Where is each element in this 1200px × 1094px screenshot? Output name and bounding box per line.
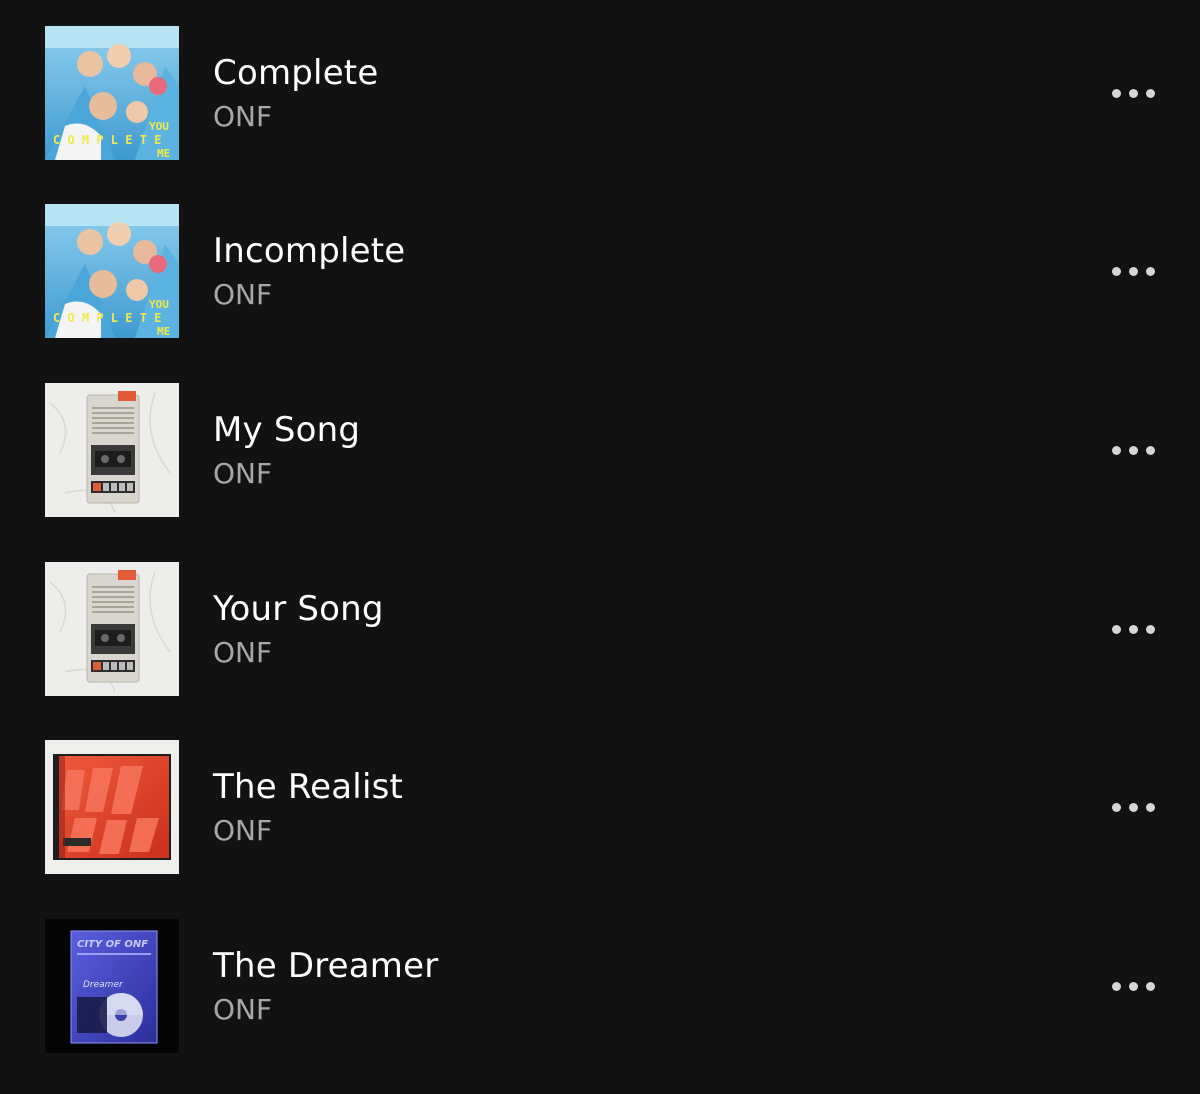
track-text: Complete ONF	[213, 51, 378, 135]
track-title[interactable]: The Dreamer	[213, 944, 438, 988]
track-text: My Song ONF	[213, 408, 360, 492]
more-dot	[1145, 624, 1155, 634]
more-horizontal-icon	[1111, 445, 1121, 455]
more-dot	[1128, 802, 1138, 812]
more-dot	[1145, 445, 1155, 455]
track-text: Your Song ONF	[213, 587, 384, 671]
track-artist[interactable]: ONF	[213, 813, 403, 849]
album-cassette-player-icon	[45, 383, 179, 517]
album-city-of-onf-icon: CITY OF ONF Dreamer	[45, 919, 179, 1053]
album-cover	[45, 383, 179, 517]
track-artist[interactable]: ONF	[213, 99, 378, 135]
more-options-button[interactable]	[1100, 249, 1166, 293]
more-options-button[interactable]	[1100, 607, 1166, 651]
track-row[interactable]: The Realist ONF	[0, 718, 1200, 896]
more-dot	[1145, 802, 1155, 812]
svg-text:C O M P L E T E: C O M P L E T E	[53, 311, 161, 325]
more-dot	[1145, 981, 1155, 991]
svg-text:ME: ME	[157, 325, 170, 338]
svg-text:YOU: YOU	[149, 298, 169, 311]
more-options-button[interactable]	[1100, 71, 1166, 115]
more-dot	[1128, 88, 1138, 98]
track-row[interactable]: C O M P L E T E YOU ME Incomplete ONF	[0, 182, 1200, 360]
more-dot	[1145, 266, 1155, 276]
album-cassette-player-icon	[45, 562, 179, 696]
album-cover: CITY OF ONF Dreamer	[45, 919, 179, 1053]
album-you-complete-me-icon: C O M P L E T E YOU ME	[45, 26, 179, 160]
album-cover: C O M P L E T E YOU ME	[45, 26, 179, 160]
more-horizontal-icon	[1111, 981, 1121, 991]
track-artist[interactable]: ONF	[213, 992, 438, 1028]
svg-text:YOU: YOU	[149, 120, 169, 133]
more-dot	[1128, 624, 1138, 634]
track-text: The Realist ONF	[213, 765, 403, 849]
track-title[interactable]: The Realist	[213, 765, 403, 809]
track-row[interactable]: My Song ONF	[0, 361, 1200, 539]
more-options-button[interactable]	[1100, 964, 1166, 1008]
track-title[interactable]: Your Song	[213, 587, 384, 631]
album-cover	[45, 562, 179, 696]
album-cover: C O M P L E T E YOU ME	[45, 204, 179, 338]
more-dot	[1145, 88, 1155, 98]
svg-text:C O M P L E T E: C O M P L E T E	[53, 133, 161, 147]
svg-text:CITY OF ONF: CITY OF ONF	[77, 939, 148, 950]
track-row[interactable]: Your Song ONF	[0, 540, 1200, 718]
more-horizontal-icon	[1111, 88, 1121, 98]
track-row[interactable]: C O M P L E T E YOU ME Complete ONF	[0, 4, 1200, 182]
album-you-complete-me-icon: C O M P L E T E YOU ME	[45, 204, 179, 338]
more-horizontal-icon	[1111, 802, 1121, 812]
more-horizontal-icon	[1111, 266, 1121, 276]
album-cover	[45, 740, 179, 874]
track-title[interactable]: Complete	[213, 51, 378, 95]
album-red-myna-icon	[45, 740, 179, 874]
svg-text:Dreamer: Dreamer	[83, 980, 124, 990]
track-artist[interactable]: ONF	[213, 456, 360, 492]
more-dot	[1128, 445, 1138, 455]
track-text: Incomplete ONF	[213, 229, 405, 313]
track-artist[interactable]: ONF	[213, 635, 384, 671]
more-options-button[interactable]	[1100, 785, 1166, 829]
more-horizontal-icon	[1111, 624, 1121, 634]
track-text: The Dreamer ONF	[213, 944, 438, 1028]
track-row[interactable]: CITY OF ONF Dreamer The Dreamer ONF	[0, 897, 1200, 1075]
track-artist[interactable]: ONF	[213, 277, 405, 313]
more-dot	[1128, 981, 1138, 991]
more-options-button[interactable]	[1100, 428, 1166, 472]
more-dot	[1128, 266, 1138, 276]
track-title[interactable]: My Song	[213, 408, 360, 452]
track-title[interactable]: Incomplete	[213, 229, 405, 273]
track-list: C O M P L E T E YOU ME Complete ONF C O …	[0, 0, 1200, 1094]
svg-text:ME: ME	[157, 147, 170, 160]
